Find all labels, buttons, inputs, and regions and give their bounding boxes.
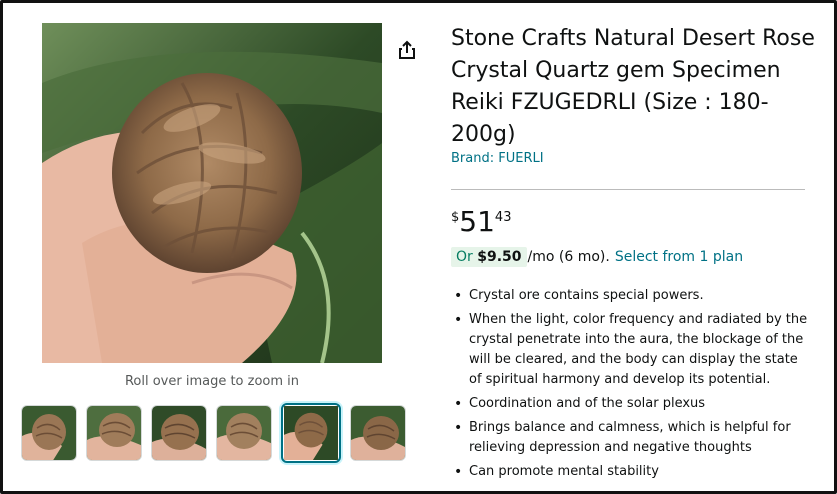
feature-bullet: Brings balance and calmness, which is he…: [451, 418, 811, 458]
thumbnail-6[interactable]: [350, 405, 406, 461]
thumbnail-2[interactable]: [86, 405, 142, 461]
price-symbol: $: [451, 210, 460, 225]
thumbnail-1[interactable]: [21, 405, 77, 461]
thumbnail-3[interactable]: [151, 405, 207, 461]
thumbnail-strip: [21, 403, 406, 463]
price-fraction: 43: [494, 210, 512, 225]
financing-offer: Or $9.50 /mo (6 mo). Select from 1 plan: [451, 247, 743, 267]
feature-bullet: Crystal ore contains special powers.: [451, 286, 811, 306]
main-product-image[interactable]: [42, 23, 382, 363]
product-title: Stone Crafts Natural Desert Rose Crystal…: [451, 26, 815, 147]
feature-bullet: Can promote mental stability: [451, 462, 811, 482]
thumbnail-4[interactable]: [216, 405, 272, 461]
zoom-hint: Roll over image to zoom in: [124, 374, 300, 389]
feature-bullet: Coordination and of the solar plexus: [451, 394, 811, 414]
thumbnail-5-selected[interactable]: [281, 403, 341, 463]
brand-link[interactable]: Brand: FUERLI: [451, 151, 544, 166]
feature-bullets: Crystal ore contains special powers. Whe…: [451, 286, 811, 486]
product-page: Roll over image to zoom in Stone Crafts …: [0, 0, 837, 494]
financing-prefix: Or: [456, 249, 478, 265]
divider: [451, 189, 805, 190]
price-whole: 51: [459, 205, 495, 238]
feature-bullet: When the light, color frequency and radi…: [451, 310, 811, 390]
share-icon[interactable]: [396, 39, 418, 61]
select-plan-link[interactable]: Select from 1 plan: [615, 249, 743, 265]
financing-badge: Or $9.50: [451, 247, 527, 267]
financing-term: /mo (6 mo).: [527, 249, 610, 265]
financing-amount: $9.50: [477, 249, 522, 265]
price: $ 51 43: [451, 206, 511, 238]
